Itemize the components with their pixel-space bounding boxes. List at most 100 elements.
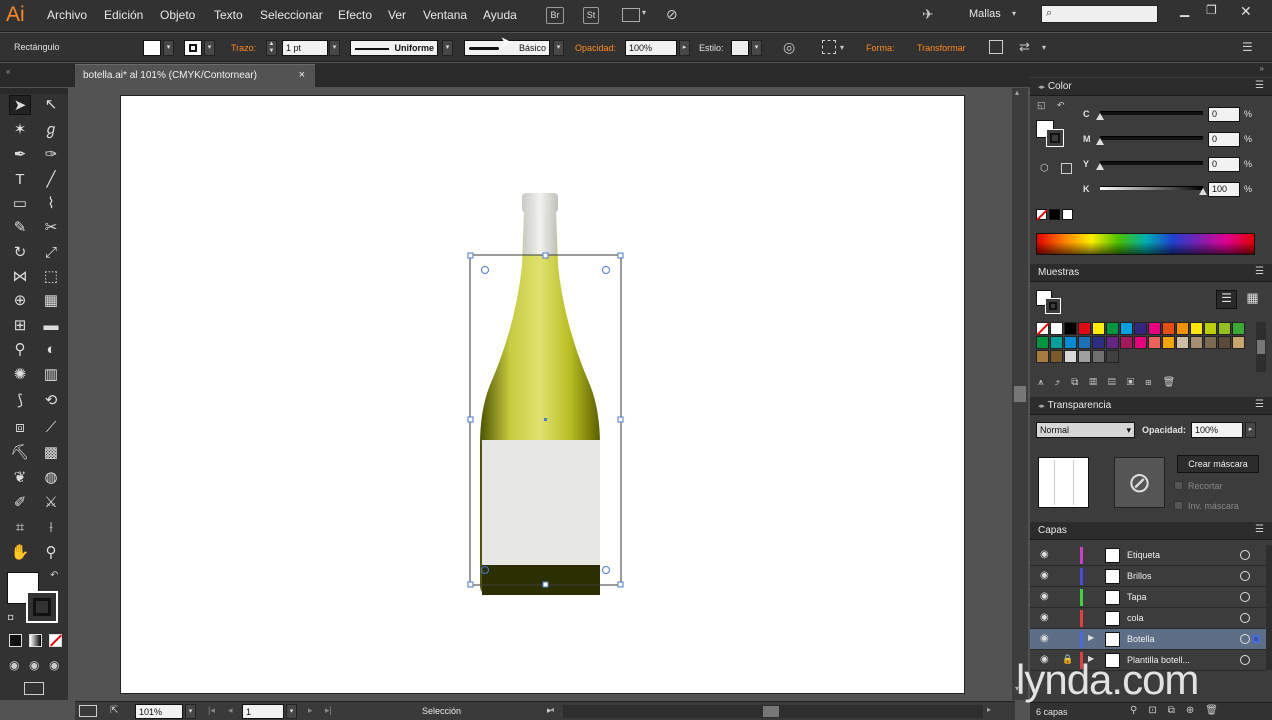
chevron-down-icon[interactable]: ▾ <box>1012 9 1016 18</box>
swap-fill-stroke-icon[interactable]: ↶ <box>1057 100 1065 111</box>
next-artboard-icon[interactable]: ▸ <box>308 705 313 716</box>
swatch-cell[interactable] <box>1204 336 1217 349</box>
layer-name[interactable]: Tapa <box>1127 592 1147 602</box>
opacity-input[interactable]: 100% <box>625 40 677 56</box>
swatches-scrollbar[interactable] <box>1256 322 1266 372</box>
layer-row[interactable]: ◉ cola <box>1030 608 1266 629</box>
stroke-weight-stepper[interactable]: ▲ ▼ <box>266 40 277 56</box>
eye-icon[interactable]: ◉ <box>1040 633 1049 644</box>
out-of-gamut-icon[interactable]: ⬡ <box>1040 163 1049 174</box>
layer-row[interactable]: ◉ Etiqueta <box>1030 545 1266 566</box>
document-tab[interactable]: botella.ai* al 101% (CMYK/Contornear) × <box>75 64 315 87</box>
artboard-dropdown[interactable]: ▾ <box>286 704 297 719</box>
sync-settings-icon[interactable]: ✈ <box>922 6 934 23</box>
swatch-cell[interactable] <box>1064 350 1077 363</box>
selection-tool-icon[interactable]: ➤ <box>9 95 31 115</box>
swatch-cell[interactable] <box>1036 336 1049 349</box>
swatches-bottom-icons[interactable]: ⩚⤴⧉▦▤▣⊞🗑 <box>1038 377 1258 391</box>
rotate-tool-icon[interactable]: ↻ <box>9 243 31 263</box>
zoom-input[interactable]: 101% <box>135 704 183 719</box>
swatches-panel-menu-icon[interactable]: ☰ <box>1255 266 1264 277</box>
gradient-tool-icon[interactable]: ▬ <box>40 316 62 336</box>
layers-panel-menu-icon[interactable]: ☰ <box>1255 524 1264 535</box>
channel-input-y[interactable]: 0 <box>1208 157 1240 172</box>
scroll-right-icon[interactable]: ▸ <box>987 705 991 714</box>
scroll-up-icon[interactable]: ▴ <box>1015 88 1019 97</box>
swatches-stroke[interactable] <box>1045 298 1061 314</box>
transparency-opacity-slider[interactable]: ▸ <box>1245 422 1256 438</box>
eye-icon[interactable]: ◉ <box>1040 612 1049 623</box>
chevron-down-icon[interactable]: ▾ <box>1042 43 1046 52</box>
swatch-cell[interactable] <box>1050 350 1063 363</box>
blend-mode-dropdown[interactable]: Normal ▾ <box>1036 422 1135 438</box>
swatch-cell[interactable] <box>1176 322 1189 335</box>
swatch-cell[interactable] <box>1148 322 1161 335</box>
layers-panel-header[interactable]: Capas ☰ <box>1030 522 1272 540</box>
swatch-cell[interactable] <box>1050 322 1063 335</box>
layer-target-icon[interactable] <box>1240 655 1250 665</box>
chevron-down-icon[interactable]: ▾ <box>642 8 646 17</box>
swatch-cell[interactable] <box>1148 336 1161 349</box>
control-menu-icon[interactable]: ☰ <box>1242 40 1253 54</box>
eye-icon[interactable]: ◉ <box>1040 591 1049 602</box>
swatch-cell[interactable] <box>1120 336 1133 349</box>
chevron-down-icon[interactable]: ▾ <box>840 43 844 52</box>
none-mode-icon[interactable] <box>49 634 63 647</box>
hand-tool-icon[interactable]: ✋ <box>9 543 31 563</box>
scissors-tool-icon[interactable]: ✂ <box>40 218 62 238</box>
swatch-cell[interactable] <box>1176 336 1189 349</box>
layer-target-icon[interactable] <box>1240 571 1250 581</box>
layer-name[interactable]: cola <box>1127 613 1144 623</box>
layer-name[interactable]: Etiqueta <box>1127 550 1160 560</box>
live-paint-tool-icon[interactable]: ⛏ <box>9 443 31 463</box>
style-dropdown[interactable]: ▾ <box>751 40 762 56</box>
transform-link[interactable]: Transformar <box>917 43 966 53</box>
minimize-button[interactable]: ▁ <box>1180 3 1189 17</box>
channel-slider-thumb[interactable] <box>1199 188 1207 195</box>
restore-button[interactable]: ❐ <box>1206 3 1217 17</box>
swatch-cell[interactable] <box>1134 322 1147 335</box>
zoom-dropdown[interactable]: ▾ <box>185 704 196 719</box>
channel-slider-m[interactable] <box>1100 136 1203 140</box>
curvature-tool-icon[interactable]: ✑ <box>40 145 62 165</box>
channel-slider-y[interactable] <box>1100 161 1203 165</box>
panel-toggle-icon[interactable]: ◂▸ <box>1038 403 1045 410</box>
perspective-grid-tool-icon[interactable]: ▦ <box>40 291 62 311</box>
opacity-label[interactable]: Opacidad: <box>575 43 616 53</box>
color-panel-stroke[interactable] <box>1046 129 1064 147</box>
swatch-cell[interactable] <box>1232 322 1245 335</box>
artboard-input[interactable]: 1 <box>242 704 284 719</box>
screen-mode-icon[interactable] <box>24 682 44 695</box>
swatch-cell[interactable] <box>1106 322 1119 335</box>
layer-target-icon[interactable] <box>1240 550 1250 560</box>
layer-target-icon[interactable] <box>1240 634 1250 644</box>
blend-tool-icon[interactable]: ◐ <box>40 340 62 360</box>
object-thumbnail[interactable] <box>1038 457 1089 508</box>
rectangle-tool-icon[interactable]: ▭ <box>9 194 31 214</box>
swatch-cell[interactable] <box>1218 336 1231 349</box>
zoom-tool-icon[interactable]: ⚲ <box>40 543 62 563</box>
swatch-cell[interactable] <box>1190 336 1203 349</box>
layer-row[interactable]: ◉ Brillos <box>1030 566 1266 587</box>
workspace-switcher[interactable]: Mallas <box>969 8 1001 20</box>
gpu-performance-icon[interactable]: ⊘ <box>666 6 678 23</box>
stroke-color-box[interactable] <box>26 591 58 623</box>
color-spectrum[interactable] <box>1036 233 1255 255</box>
channel-input-c[interactable]: 0 <box>1208 107 1240 122</box>
artboard-tool-icon[interactable]: ⧈ <box>9 418 31 438</box>
channel-slider-thumb[interactable] <box>1096 163 1104 170</box>
stroke-swatch[interactable] <box>184 40 202 56</box>
color-panel-header[interactable]: ◂▸ Color ☰ <box>1030 78 1272 96</box>
selected-art-indicator[interactable] <box>1252 635 1260 643</box>
channel-slider-thumb[interactable] <box>1096 113 1104 120</box>
swatch-cell[interactable] <box>1036 350 1049 363</box>
swatch-cell[interactable] <box>1204 322 1217 335</box>
pen-tool-icon[interactable]: ✒ <box>9 145 31 165</box>
draw-normal-icon[interactable]: ◉ <box>9 658 19 672</box>
reshape-tool-icon[interactable]: ⟲ <box>40 391 62 411</box>
bridge-button[interactable]: Br <box>546 7 564 24</box>
isolate-icon[interactable] <box>989 40 1003 54</box>
close-window-button[interactable]: ✕ <box>1240 3 1252 20</box>
expand-arrow-icon[interactable]: ▶ <box>1088 633 1094 642</box>
channel-slider-c[interactable] <box>1100 111 1203 115</box>
